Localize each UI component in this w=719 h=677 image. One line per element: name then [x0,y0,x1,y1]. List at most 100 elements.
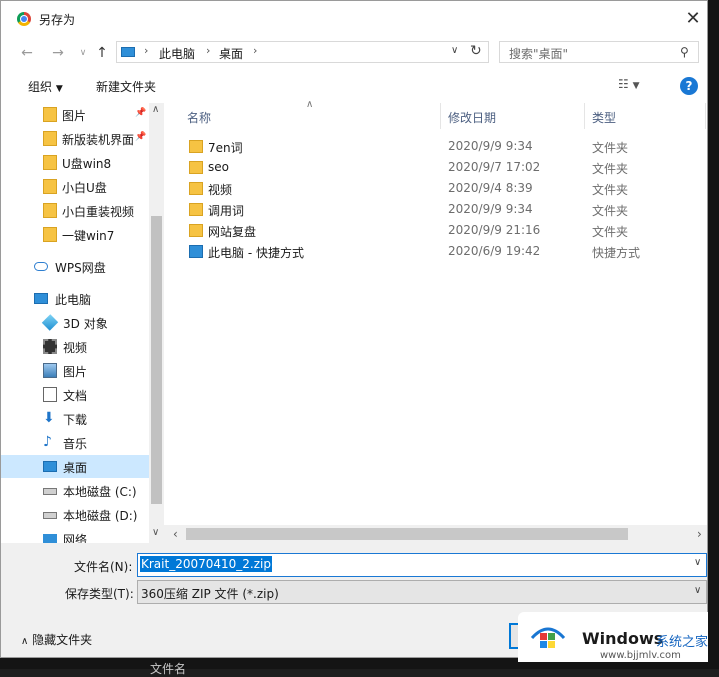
column-header-type[interactable]: 类型 [592,109,616,126]
computer-icon [34,293,48,304]
filetype-value: 360压缩 ZIP 文件 (*.zip) [141,587,279,601]
filename-history-dropdown[interactable]: ∨ [694,557,701,568]
sidebar-scroll-thumb[interactable] [151,216,162,504]
help-button[interactable]: ? [680,77,698,95]
video-icon [43,339,57,354]
folder-icon [189,224,203,237]
window-title: 另存为 [39,13,76,27]
title-bar: 另存为 ✕ [1,1,707,37]
file-row[interactable]: 调用词 2020/9/9 9:34 文件夹 [184,199,694,220]
back-button[interactable]: ← [17,43,37,63]
folder-icon [43,131,57,146]
column-divider[interactable] [705,103,706,129]
file-row[interactable]: 此电脑 - 快捷方式 2020/6/9 19:42 快捷方式 [184,241,694,262]
sidebar-item[interactable]: U盘win8 [1,151,149,174]
picture-icon [43,363,57,378]
document-icon [43,387,57,402]
help-icon: ? [685,79,693,93]
folder-icon [189,182,203,195]
hide-folders-toggle[interactable]: ∧ 隐藏文件夹 [21,631,92,648]
watermark: Windows 系统之家 www.bjjmlv.com [518,612,708,662]
navigation-bar: ← → ∨ ↑ › 此电脑 › 桌面 › ∨ ↻ 搜索"桌面" ⚲ [1,37,707,69]
column-header-date[interactable]: 修改日期 [448,109,496,126]
sidebar-item[interactable]: ⬇ 下载 [1,407,149,430]
sidebar-item-label: 小白U盘 [62,181,107,195]
sidebar-item[interactable]: 一键win7 [1,223,149,246]
desktop-icon [43,461,57,472]
file-row[interactable]: 网站复盘 2020/9/9 21:16 文件夹 [184,220,694,241]
sidebar-item[interactable]: ♪ 音乐 [1,431,149,454]
pin-icon: 📌 [135,132,147,142]
sidebar-item[interactable]: 此电脑 [1,287,149,310]
filetype-select[interactable]: 360压缩 ZIP 文件 (*.zip) ∨ [137,580,707,604]
filename-input[interactable]: Krait_20070410_2.zip ∨ [137,553,707,577]
refresh-button[interactable]: ↻ [470,43,482,59]
address-dropdown-button[interactable]: ∨ [451,45,458,56]
file-row[interactable]: 视频 2020/9/4 8:39 文件夹 [184,178,694,199]
sidebar-item-label: 小白重装视频 [62,205,135,219]
file-row[interactable]: seo 2020/9/7 17:02 文件夹 [184,157,694,178]
sidebar-item[interactable]: 图片 📌 [1,103,149,126]
arrow-right-icon: → [52,45,64,61]
file-name: seo [208,160,229,174]
sidebar-item-label: 图片 [62,109,87,123]
sidebar-item-label: 文档 [63,389,88,403]
sidebar-item[interactable]: 本地磁盘 (C:) [1,479,149,502]
sort-ascending-icon: ∧ [306,99,314,110]
sidebar-item[interactable]: 视频 [1,335,149,358]
forward-button[interactable]: → [48,43,68,63]
sidebar-item[interactable]: WPS网盘 [1,255,149,278]
file-row[interactable]: 7en词 2020/9/9 9:34 文件夹 [184,136,694,157]
file-name: 网站复盘 [208,225,257,239]
sidebar-item-label: 3D 对象 [63,317,108,331]
column-divider[interactable] [584,103,585,129]
arrow-left-icon: ← [21,45,33,61]
sidebar-item[interactable]: 小白重装视频 [1,199,149,222]
chevron-down-icon: ∨ [694,585,702,596]
cube-icon [41,314,59,331]
column-header-name[interactable]: 名称 [187,109,211,126]
recent-locations-button[interactable]: ∨ [73,43,93,63]
file-date: 2020/9/9 9:34 [448,202,533,216]
sidebar-item[interactable]: 小白U盘 [1,175,149,198]
folder-icon [189,161,203,174]
new-folder-button[interactable]: 新建文件夹 [96,78,156,95]
chrome-icon [17,12,31,26]
watermark-site-name: 系统之家 [656,635,709,650]
sidebar-item[interactable]: 网络 [1,527,149,543]
column-divider[interactable] [440,103,441,129]
organize-button[interactable]: 组织 ▼ [28,78,63,95]
breadcrumb-separator-icon: › [206,44,211,57]
close-button[interactable]: ✕ [683,9,703,29]
music-icon: ♪ [43,434,52,450]
windows-logo-icon [530,627,566,648]
sidebar-item[interactable]: 本地磁盘 (D:) [1,503,149,526]
search-input[interactable]: 搜索"桌面" ⚲ [499,41,699,63]
sidebar-item[interactable]: 3D 对象 [1,311,149,334]
file-type: 文件夹 [592,141,629,155]
file-date: 2020/6/9 19:42 [448,244,541,258]
sidebar-item-label: 新版装机界面 [62,133,135,147]
folder-icon [43,179,57,194]
horizontal-scroll-thumb[interactable] [186,528,628,540]
address-bar[interactable]: › 此电脑 › 桌面 › ∨ ↻ [116,41,489,63]
cloud-icon [34,262,48,271]
sidebar-item[interactable]: 文档 [1,383,149,406]
folder-icon [43,155,57,170]
sidebar-item[interactable]: 桌面 [1,455,149,478]
change-view-button[interactable]: ☷ ▼ [618,77,640,91]
up-button[interactable]: ↑ [92,43,112,63]
horizontal-scrollbar[interactable]: ‹ › [164,525,707,543]
breadcrumb-separator-icon: › [144,44,149,57]
sidebar-scrollbar[interactable]: ∧ ∨ [149,103,164,543]
file-date: 2020/9/9 21:16 [448,223,541,237]
sidebar-item[interactable]: 新版装机界面 📌 [1,127,149,150]
breadcrumb-this-pc[interactable]: 此电脑 [159,45,195,62]
breadcrumb-desktop[interactable]: 桌面 [219,45,243,62]
file-type: 文件夹 [592,183,629,197]
chevron-down-icon: ∨ [79,48,87,58]
sidebar-item-label: 视频 [63,341,88,355]
folder-icon [43,203,57,218]
sidebar-item-label: 本地磁盘 (C:) [63,485,137,499]
sidebar-item[interactable]: 图片 [1,359,149,382]
